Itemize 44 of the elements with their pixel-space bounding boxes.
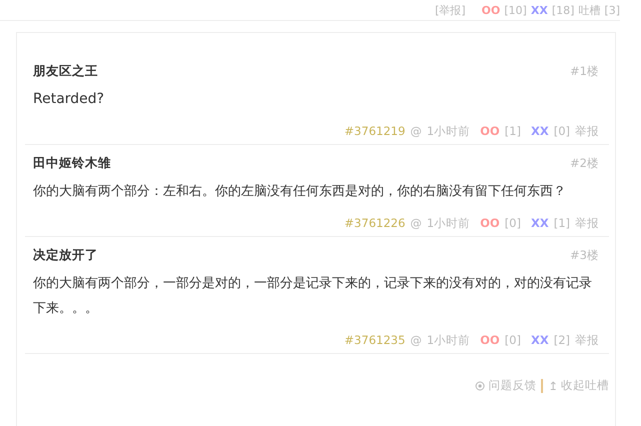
comment-time: 1小时前 — [426, 216, 470, 230]
oo-vote-label[interactable]: OO — [480, 216, 500, 230]
xx-count: [18] — [552, 4, 574, 16]
author-name: 朋友区之王 — [33, 62, 98, 80]
feedback-link[interactable]: 问题反馈 — [488, 378, 536, 393]
floor-number: #2楼 — [570, 156, 599, 170]
comment-id: #3761219 — [344, 124, 406, 138]
comment-text: Retarded? — [33, 90, 106, 109]
xx-vote-label[interactable]: XX — [530, 333, 549, 347]
reply-link[interactable]: @ — [410, 216, 422, 230]
xx-count: [1] — [554, 216, 570, 230]
comment-time: 1小时前 — [426, 124, 470, 138]
oo-count: [0] — [504, 216, 521, 230]
oo-vote-label[interactable]: OO — [480, 124, 500, 138]
xx-count: [2] — [554, 333, 570, 347]
xx-vote-label[interactable]: XX — [530, 124, 549, 138]
reply-link[interactable]: @ — [410, 333, 422, 347]
comment-count: [3] — [604, 4, 620, 16]
report-link[interactable]: 举报 — [575, 124, 599, 138]
floor-number: #3楼 — [570, 248, 599, 262]
floor-number: #1楼 — [570, 64, 599, 78]
report-link[interactable]: 举报 — [575, 332, 599, 348]
xx-count: [0] — [554, 124, 570, 138]
comment-text: 你的大脑有两个部分：左和右。你的左脑没有任何东西是对的，你的右脑没有留下任何东西？ — [33, 183, 567, 201]
comment-time: 1小时前 — [426, 332, 470, 348]
collapse-icon: ↥ — [548, 378, 558, 392]
xx-vote-label[interactable]: XX — [530, 4, 548, 16]
comment-id: #3761226 — [344, 216, 406, 230]
comment-id: #3761235 — [344, 333, 406, 347]
author-name: 决定放开了 — [33, 246, 98, 264]
reply-link[interactable]: @ — [410, 124, 422, 138]
author-name: 田中姬铃木雏 — [33, 154, 111, 172]
target-icon — [475, 380, 486, 390]
oo-count: [10] — [504, 4, 527, 16]
report-link[interactable]: 举报 — [575, 216, 599, 230]
comment-text: 你的大脑有两个部分，一部分是对的，一部分是记录下来的，记录下来的没有对的，对的没有记录下来。。。 — [33, 275, 593, 318]
report-link[interactable]: [举报] — [434, 2, 466, 18]
collapse-link[interactable]: 收起吐槽 — [561, 378, 609, 393]
oo-count: [1] — [504, 124, 521, 138]
oo-vote-label[interactable]: OO — [482, 4, 500, 16]
oo-vote-label[interactable]: OO — [480, 333, 500, 347]
xx-vote-label[interactable]: XX — [530, 216, 549, 230]
comments-link[interactable]: 吐槽 — [578, 2, 600, 18]
oo-count: [0] — [504, 333, 521, 347]
